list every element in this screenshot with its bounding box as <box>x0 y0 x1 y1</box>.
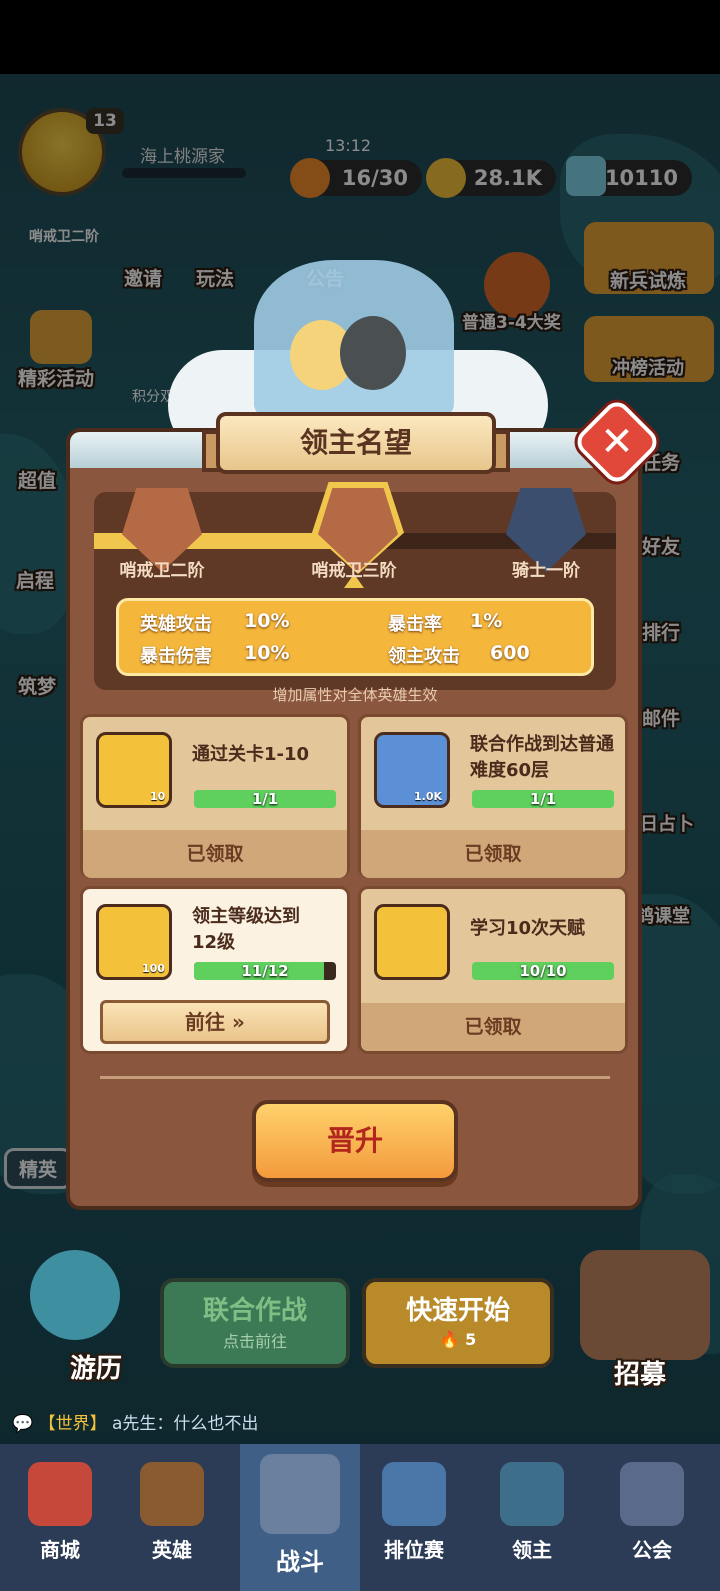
task-name: 联合作战到达普通难度60层 <box>470 734 614 781</box>
recruit-illustration[interactable] <box>580 1250 710 1360</box>
stat-value-lord-attack: 600 <box>490 642 530 664</box>
bonus-note: 增加属性对全体英雄生效 <box>272 686 438 704</box>
task-name: 学习10次天赋 <box>470 918 586 939</box>
nav-label: 领主 <box>512 1538 552 1562</box>
task-progress-text: 1/1 <box>251 790 279 808</box>
nav-label: 战斗 <box>276 1548 324 1576</box>
stat-key-crit-damage: 暴击伤害 <box>140 646 212 667</box>
coop-subtitle: 点击前往 <box>222 1332 287 1351</box>
task-qty: 100 <box>142 962 165 975</box>
stat-value-hero-attack: 10% <box>244 610 290 632</box>
coop-title: 联合作战 <box>202 1296 307 1326</box>
close-icon[interactable]: ✕ <box>585 410 649 474</box>
travel-label[interactable]: 游历 <box>70 1348 122 1385</box>
chat-message: a先生：什么也不出 <box>111 1414 259 1434</box>
balloon-icon[interactable] <box>30 1250 120 1340</box>
quick-start-title: 快速开始 <box>405 1296 510 1326</box>
nav-guild[interactable]: 公会 <box>592 1444 712 1591</box>
quick-start-cost-value: 5 <box>465 1330 477 1349</box>
stat-key-hero-attack: 英雄攻击 <box>140 614 212 635</box>
rank-label-sentinel-2: 哨戒卫二阶 <box>119 561 205 581</box>
divider <box>100 1076 610 1079</box>
stat-value-crit-damage: 10% <box>244 642 290 664</box>
recruit-label[interactable]: 招募 <box>614 1354 666 1391</box>
chat-channel: 【世界】 <box>38 1414 107 1434</box>
task-name: 领主等级达到12级 <box>192 906 300 953</box>
task-qty: 1.0K <box>414 790 443 803</box>
promote-button[interactable]: 晋升 <box>252 1100 458 1182</box>
nav-shop[interactable]: 商城 <box>0 1444 120 1591</box>
nav-label: 英雄 <box>152 1538 192 1562</box>
nav-label: 公会 <box>632 1538 672 1562</box>
hero-card-icon <box>140 1462 204 1526</box>
pickaxe-icon <box>374 904 450 980</box>
guild-icon <box>620 1462 684 1526</box>
task-progress-text: 1/1 <box>529 790 557 808</box>
task-progress-text: 10/10 <box>519 962 567 980</box>
double-chevron-right-icon: » <box>232 1010 245 1034</box>
battle-icon <box>260 1454 340 1534</box>
task-claimed-label: 已领取 <box>361 1003 625 1051</box>
world-chat[interactable]: 💬 【世界】 a先生：什么也不出 <box>0 1406 720 1442</box>
ranked-icon <box>382 1462 446 1526</box>
nav-label: 排位赛 <box>384 1538 444 1562</box>
stat-key-lord-attack: 领主攻击 <box>388 646 460 667</box>
task-qty: 10 <box>150 790 166 803</box>
dialog-title: 领主名望 <box>216 412 496 474</box>
rank-label-knight-1: 骑士一阶 <box>512 561 580 581</box>
hero-darkhair-icon <box>340 316 406 390</box>
nav-ranked[interactable]: 排位赛 <box>354 1444 474 1591</box>
stat-key-crit-rate: 暴击率 <box>388 614 442 635</box>
flame-icon: 🔥 <box>439 1330 460 1349</box>
task-claimed-label: 已领取 <box>361 830 625 878</box>
nav-lord[interactable]: 领主 <box>472 1444 592 1591</box>
nav-label: 商城 <box>40 1538 80 1562</box>
go-button-label: 前往 <box>185 1010 226 1034</box>
bottom-nav: 商城 英雄 战斗 排位赛 领主 公会 <box>0 1444 720 1591</box>
nav-battle[interactable]: 战斗 <box>240 1444 360 1591</box>
chat-bubble-icon: 💬 <box>12 1414 34 1434</box>
task-name: 通过关卡1-10 <box>192 744 310 765</box>
status-bar <box>0 0 720 74</box>
stat-value-crit-rate: 1% <box>470 610 503 632</box>
task-claimed-label: 已领取 <box>83 830 347 878</box>
rank-label-sentinel-3: 哨戒卫三阶 <box>311 561 397 581</box>
shop-icon <box>28 1462 92 1526</box>
quick-start-cost: 🔥 5 <box>362 1330 554 1349</box>
nav-hero[interactable]: 英雄 <box>112 1444 232 1591</box>
lord-icon <box>500 1462 564 1526</box>
go-button[interactable]: 前往 » <box>100 1000 330 1044</box>
task-progress-text: 11/12 <box>241 962 289 980</box>
